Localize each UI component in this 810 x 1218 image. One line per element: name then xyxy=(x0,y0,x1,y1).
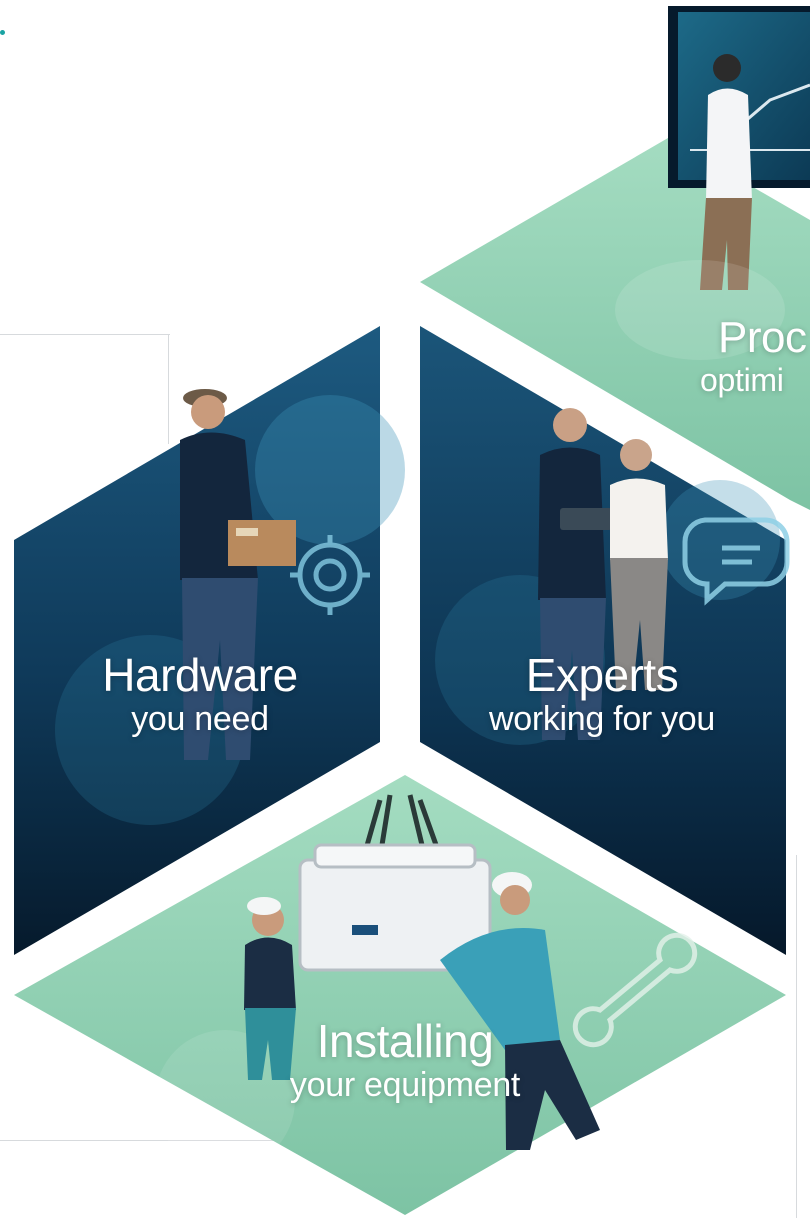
tile-hardware-title: Hardware xyxy=(102,649,298,701)
tile-productivity-label: Proc optimi xyxy=(670,313,810,398)
tile-installing-label: Installing your equipment xyxy=(245,1018,565,1102)
tile-productivity-subtitle: optimi xyxy=(700,362,784,398)
tile-hardware-label: Hardware you need xyxy=(80,652,320,736)
tile-productivity-title: Proc xyxy=(718,313,807,362)
tile-experts-title: Experts xyxy=(525,649,679,701)
tile-installing-subtitle: your equipment xyxy=(289,1066,521,1104)
tile-experts-label: Experts working for you xyxy=(452,652,752,736)
tile-hardware-subtitle: you need xyxy=(131,700,269,738)
tile-experts-subtitle: working for you xyxy=(488,700,716,738)
tile-installing-title: Installing xyxy=(316,1015,494,1067)
